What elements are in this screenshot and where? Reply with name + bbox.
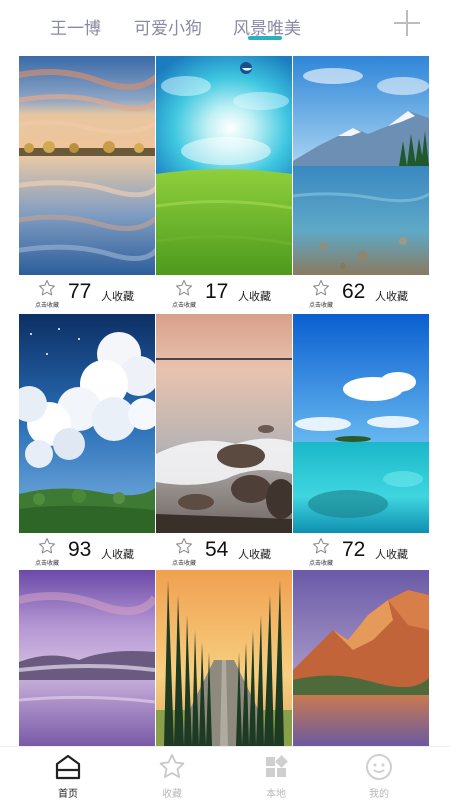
card-meta: 点击收藏 17 人收藏: [156, 275, 292, 314]
smile-icon: [366, 754, 392, 780]
wallpaper-thumbnail[interactable]: [293, 314, 429, 533]
nav-local-label: 本地: [266, 789, 286, 800]
favorite-toggle[interactable]: 点击收藏: [307, 279, 335, 311]
star-outline-icon: [312, 279, 330, 296]
favorite-count-label: 人收藏: [375, 290, 408, 303]
favorite-count: 62: [342, 280, 366, 303]
grid-icon: [266, 755, 288, 777]
active-tab-indicator: [248, 36, 282, 40]
favorite-count: 77: [68, 280, 92, 303]
wallpaper-thumbnail[interactable]: [156, 314, 292, 533]
bottom-nav-bar: 首页 收藏 本地 我的: [0, 746, 450, 800]
wallpaper-thumbnail[interactable]: [19, 314, 155, 533]
favorite-count-label: 人收藏: [238, 548, 271, 561]
card-meta: 点击收藏 77 人收藏: [19, 275, 155, 314]
card-meta: 点击收藏 62 人收藏: [293, 275, 429, 314]
favorite-caption: 点击收藏: [171, 302, 196, 309]
star-outline-icon: [38, 537, 56, 554]
card-meta: 点击收藏 93 人收藏: [19, 533, 155, 572]
favorite-count: 93: [68, 538, 92, 561]
wallpaper-thumbnail[interactable]: [293, 570, 429, 746]
favorite-count-label: 人收藏: [375, 548, 408, 561]
nav-home[interactable]: 首页: [38, 753, 98, 800]
lake-sunset-image: [19, 56, 155, 275]
favorite-toggle[interactable]: 点击收藏: [170, 279, 198, 311]
wallpaper-thumbnail[interactable]: [19, 570, 155, 746]
nav-favorites[interactable]: 收藏: [142, 753, 202, 800]
favorite-count: 54: [205, 538, 229, 561]
clouds-hills-image: [19, 314, 155, 533]
favorite-caption: 点击收藏: [308, 560, 333, 567]
nav-home-label: 首页: [58, 789, 78, 800]
wallpaper-thumbnail[interactable]: [156, 56, 292, 275]
top-tab-bar: 王一博 可爱小狗 风景唯美: [0, 0, 450, 52]
tab-wang-yibo[interactable]: 王一博: [50, 14, 101, 39]
purple-lake-image: [19, 570, 155, 746]
favorite-caption: 点击收藏: [171, 560, 196, 567]
green-meadow-image: [156, 56, 292, 275]
favorite-toggle[interactable]: 点击收藏: [307, 537, 335, 569]
wallpaper-thumbnail[interactable]: [293, 56, 429, 275]
favorite-caption: 点击收藏: [308, 302, 333, 309]
nav-favorites-label: 收藏: [162, 789, 182, 800]
favorite-caption: 点击收藏: [34, 560, 59, 567]
favorite-toggle[interactable]: 点击收藏: [33, 537, 61, 569]
star-icon: [159, 754, 185, 778]
tab-cute-dogs[interactable]: 可爱小狗: [134, 14, 202, 39]
wallpaper-thumbnail[interactable]: [19, 56, 155, 275]
tree-road-image: [156, 570, 292, 746]
nav-profile-label: 我的: [369, 789, 389, 800]
red-mountain-image: [293, 570, 429, 746]
favorite-count-label: 人收藏: [238, 290, 271, 303]
favorite-count: 72: [342, 538, 366, 561]
favorite-count-label: 人收藏: [101, 290, 134, 303]
card-meta: 点击收藏 72 人收藏: [293, 533, 429, 572]
tropical-sea-image: [293, 314, 429, 533]
star-outline-icon: [175, 279, 193, 296]
rocky-shore-image: [156, 314, 292, 533]
home-icon: [55, 754, 81, 780]
star-outline-icon: [38, 279, 56, 296]
nav-profile[interactable]: 我的: [349, 753, 409, 800]
favorite-toggle[interactable]: 点击收藏: [170, 537, 198, 569]
star-outline-icon: [175, 537, 193, 554]
wallpaper-thumbnail[interactable]: [156, 570, 292, 746]
favorite-caption: 点击收藏: [34, 302, 59, 309]
card-meta: 点击收藏 54 人收藏: [156, 533, 292, 572]
favorite-count: 17: [205, 280, 229, 303]
plus-icon[interactable]: [394, 10, 420, 36]
favorite-count-label: 人收藏: [101, 548, 134, 561]
nav-local[interactable]: 本地: [246, 753, 306, 800]
favorite-toggle[interactable]: 点击收藏: [33, 279, 61, 311]
star-outline-icon: [312, 537, 330, 554]
mountain-lake-image: [293, 56, 429, 275]
